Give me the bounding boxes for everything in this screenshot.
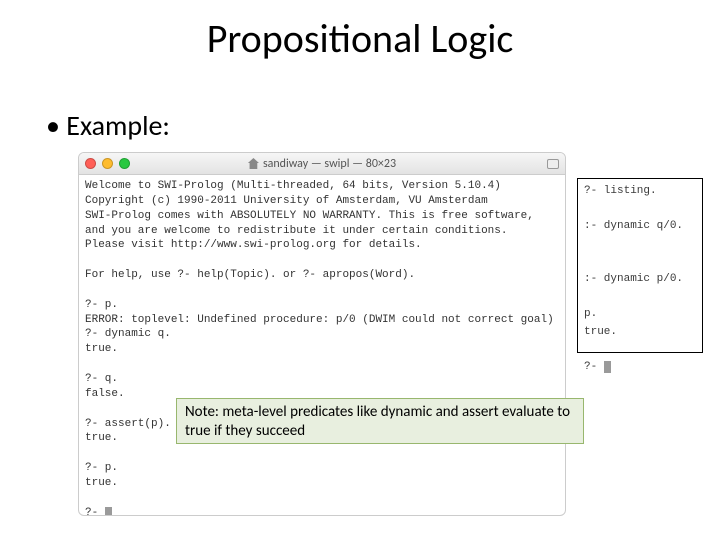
home-icon [248,158,259,169]
terminal-title-text: sandiway — swipl — 80×23 [263,157,396,171]
slide-title: Propositional Logic [0,14,720,63]
listing-output-box: ?- listing. :- dynamic q/0. :- dynamic p… [577,178,703,353]
fullscreen-icon[interactable] [547,159,559,169]
terminal-title: sandiway — swipl — 80×23 [79,157,565,171]
note-kw-assert: assert [462,403,499,421]
terminal-body[interactable]: Welcome to SWI-Prolog (Multi-threaded, 6… [79,175,565,516]
terminal-window: sandiway — swipl — 80×23 Welcome to SWI-… [78,152,566,516]
terminal-caret [105,507,112,516]
note-kw-dynamic: dynamic [381,403,433,421]
terminal-titlebar: sandiway — swipl — 80×23 [79,153,565,175]
note-callout: Note: meta-level predicates like dynamic… [176,398,584,444]
note-text-mid: and [432,403,462,421]
sidebox-caret [604,361,611,373]
note-text-prefix: Note: meta-level predicates like [185,403,381,421]
example-bullet: Example: [46,108,170,143]
